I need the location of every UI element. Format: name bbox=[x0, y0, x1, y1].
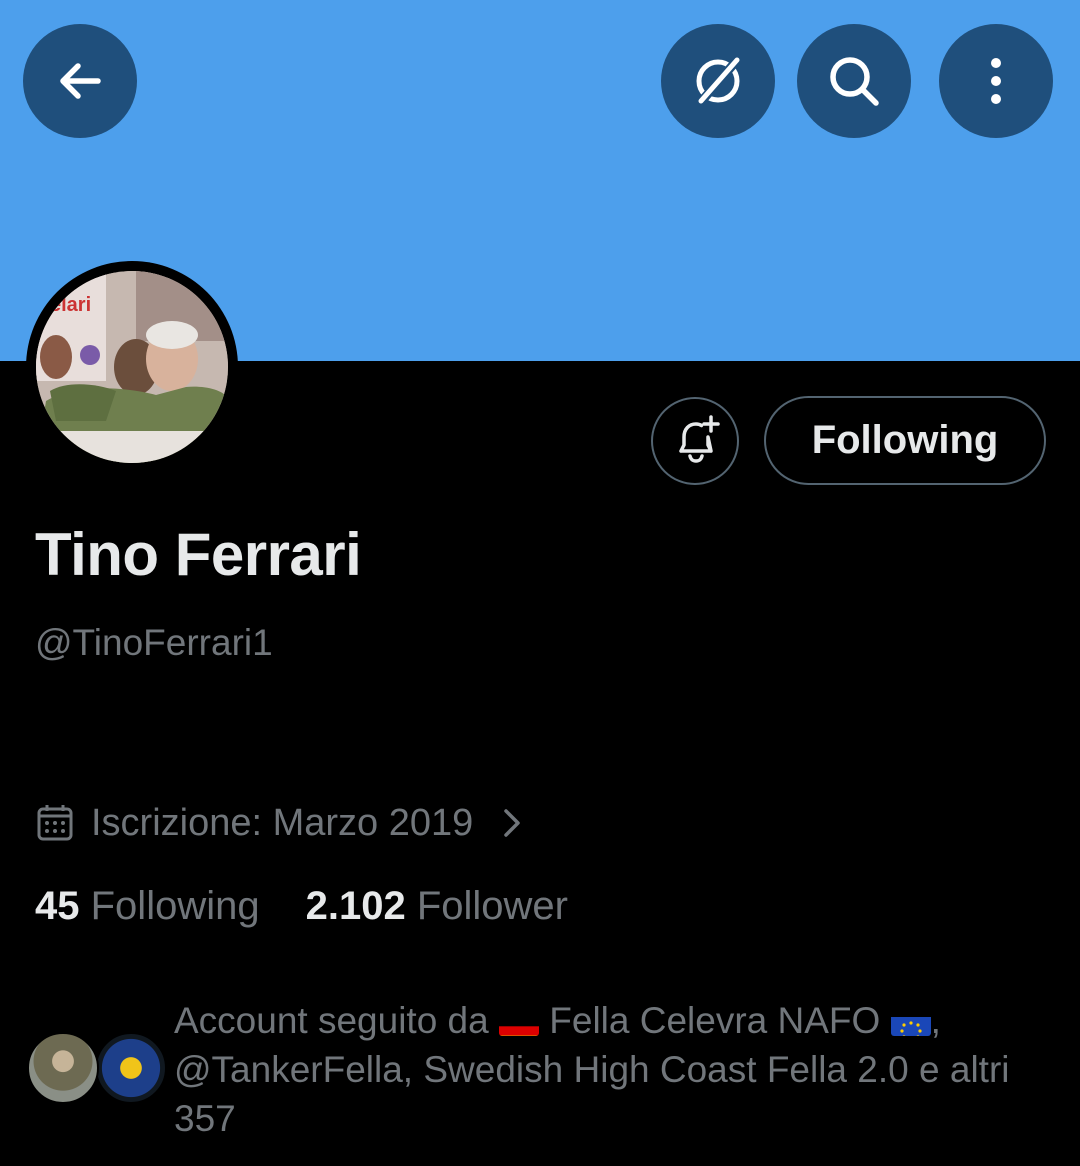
followed-by-prefix: Account seguito da bbox=[174, 1000, 489, 1041]
following-stat[interactable]: 45 Following bbox=[35, 884, 260, 929]
join-date-text: Iscrizione: Marzo 2019 bbox=[91, 801, 474, 844]
arrow-left-icon bbox=[60, 63, 101, 99]
search-button[interactable] bbox=[797, 24, 911, 138]
following-count: 45 bbox=[35, 884, 80, 928]
following-button[interactable]: Following bbox=[764, 396, 1046, 485]
grok-button[interactable] bbox=[661, 24, 775, 138]
follow-stats: 45 Following 2.102 Follower bbox=[35, 884, 614, 929]
profile-name: Tino Ferrari bbox=[35, 521, 362, 588]
followed-by-name1: Fella Celevra NAFO bbox=[549, 1000, 881, 1041]
following-label: Following bbox=[90, 884, 260, 928]
profile-avatar[interactable]: elari bbox=[26, 261, 238, 473]
eu-flag-icon bbox=[890, 1008, 931, 1036]
follower-count: 2.102 bbox=[305, 884, 406, 928]
followed-by-text[interactable]: Account seguito da Fella Celevra NAFO , … bbox=[174, 996, 1054, 1143]
follower-label: Follower bbox=[416, 884, 568, 928]
search-icon bbox=[830, 57, 879, 106]
more-options-button[interactable] bbox=[939, 24, 1053, 138]
follower-avatar bbox=[27, 1032, 99, 1104]
grok-icon bbox=[696, 56, 742, 106]
profile-handle: @TinoFerrari1 bbox=[35, 622, 273, 663]
notifications-button[interactable] bbox=[651, 397, 739, 485]
followed-by-avatars[interactable] bbox=[27, 1032, 167, 1104]
follower-stat[interactable]: 2.102 Follower bbox=[306, 884, 568, 929]
germany-flag-icon bbox=[499, 1008, 539, 1036]
avatar-photo: elari bbox=[36, 271, 228, 463]
join-date-row[interactable]: Iscrizione: Marzo 2019 bbox=[35, 798, 527, 848]
follower-avatar bbox=[95, 1032, 167, 1104]
calendar-icon bbox=[37, 805, 73, 841]
more-vertical-icon bbox=[991, 58, 1001, 104]
back-button[interactable] bbox=[23, 24, 137, 138]
chevron-right-icon bbox=[504, 809, 521, 837]
svg-text:elari: elari bbox=[50, 294, 91, 316]
bell-plus-icon bbox=[679, 415, 720, 463]
